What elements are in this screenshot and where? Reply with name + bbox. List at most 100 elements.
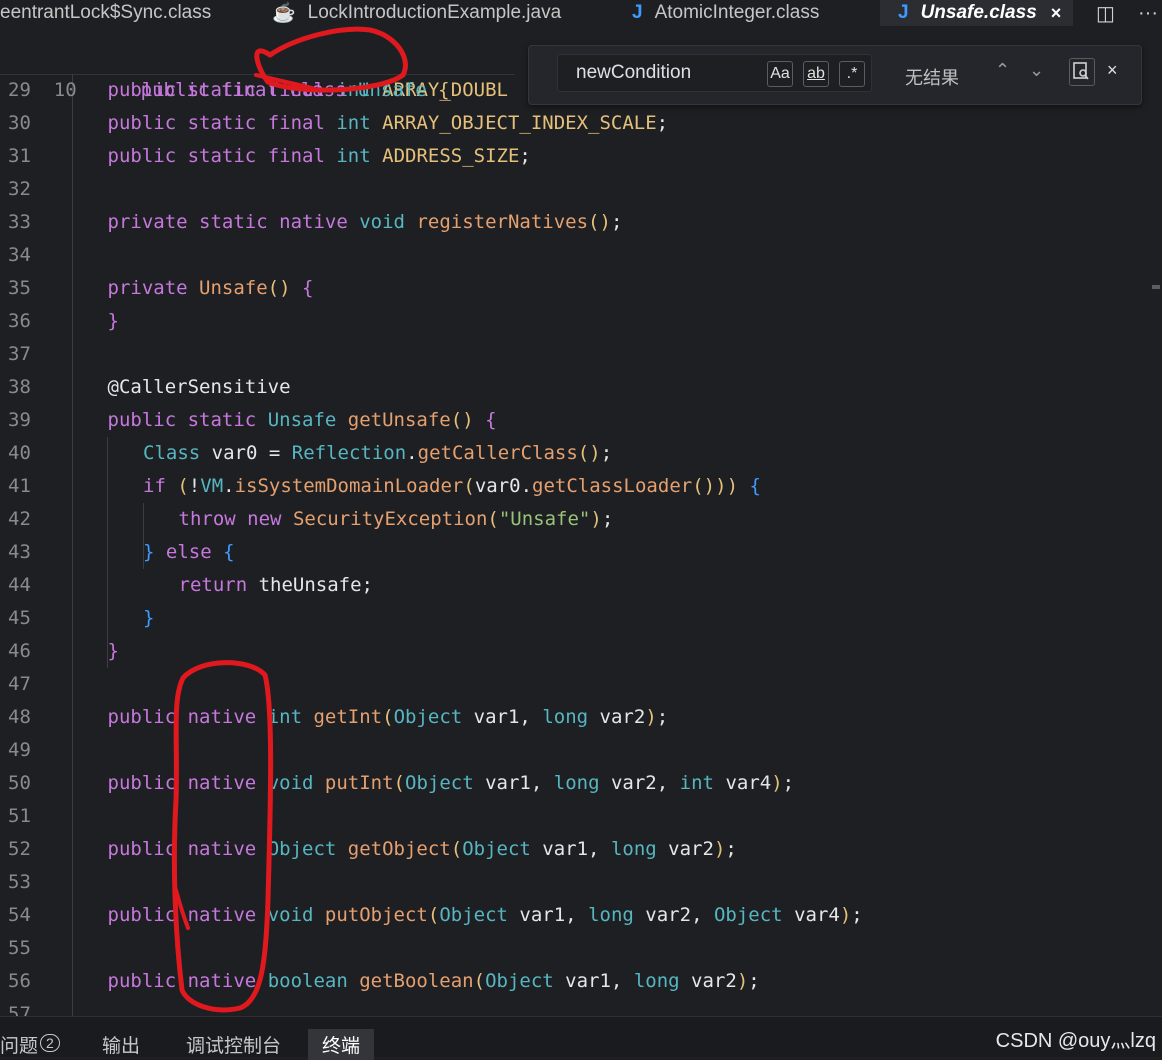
line-number: 49 [8, 739, 31, 761]
find-input-value: newCondition [576, 62, 692, 83]
line-number: 37 [8, 343, 31, 365]
next-match-button[interactable]: ⌄ [1029, 60, 1044, 81]
code-line[interactable]: 39 public static Unsafe getUnsafe() { [0, 404, 497, 437]
line-number: 35 [8, 277, 31, 299]
line-code: private Unsafe() { [107, 277, 314, 299]
code-line[interactable]: 46} [0, 635, 119, 668]
line-code: } else { [143, 541, 235, 563]
line-number: 56 [8, 970, 31, 992]
tab-label: eentrantLock$Sync.class [0, 2, 212, 23]
java-file-icon: ☕ [272, 3, 296, 24]
class-file-icon: J [632, 2, 643, 23]
tab-output[interactable]: 输出 [102, 1031, 140, 1058]
sticky-code: public final class Unsafe { [140, 79, 450, 101]
line-number: 44 [8, 574, 31, 596]
line-number: 47 [8, 673, 31, 695]
match-whole-word-toggle[interactable]: ab [803, 61, 829, 87]
line-number: 36 [8, 310, 31, 332]
line-code: private static native void registerNativ… [107, 211, 623, 233]
code-line[interactable]: 51 [0, 800, 58, 833]
close-find-button[interactable]: × [1107, 60, 1118, 81]
code-line[interactable]: 50 public native void putInt(Object var1,… [0, 767, 794, 800]
tab-unsafe[interactable]: J Unsafe.class × [880, 0, 1074, 26]
problems-count-badge: 2 [40, 1034, 60, 1052]
code-line[interactable]: 35 private Unsafe() { [0, 272, 313, 305]
scrollbar-marker [1152, 285, 1160, 289]
tab-lockintroductionexample[interactable]: ☕ LockIntroductionExample.java [272, 0, 561, 26]
code-line[interactable]: 55 [0, 932, 58, 965]
line-code: if (!VM.isSystemDomainLoader(var0.getCla… [143, 475, 761, 497]
tab-terminal[interactable]: 终端 [308, 1029, 375, 1060]
line-code: Class var0 = Reflection.getCallerClass()… [143, 442, 613, 464]
code-line[interactable]: 36} [0, 305, 119, 338]
line-code: } [107, 310, 119, 332]
line-code: public static final int ADDRESS_SIZE; [107, 145, 531, 167]
tab-label: Unsafe.class [920, 2, 1037, 23]
line-code: } [107, 640, 119, 662]
code-line[interactable]: 38 @CallerSensitive [0, 371, 291, 404]
code-line[interactable]: 53 [0, 866, 58, 899]
line-number: 34 [8, 244, 31, 266]
code-line[interactable]: 47 [0, 668, 58, 701]
split-editor-icon[interactable]: ◫ [1096, 0, 1115, 26]
sticky-scroll-header[interactable]: 10 public final class Unsafe { [0, 41, 515, 101]
line-number: 53 [8, 871, 31, 893]
line-number: 39 [8, 409, 31, 431]
line-number: 33 [8, 211, 31, 233]
find-result-status: 无结果 [905, 68, 959, 88]
tab-atomicinteger[interactable]: J AtomicInteger.class [632, 0, 819, 26]
code-line[interactable]: 54 public native void putObject(Object va… [0, 899, 863, 932]
line-code: } [143, 607, 155, 629]
line-code: public static Unsafe getUnsafe() { [107, 409, 497, 431]
code-line[interactable]: 34 [0, 239, 58, 272]
find-widget: newCondition Aa ab .* 无结果 ⌃ ⌄ × [528, 45, 1142, 105]
line-number: 50 [8, 772, 31, 794]
tab-reentrantlock-sync[interactable]: eentrantLock$Sync.class [0, 0, 211, 26]
previous-match-button[interactable]: ⌃ [995, 60, 1010, 81]
line-number: 40 [8, 442, 31, 464]
close-icon[interactable]: × [1051, 3, 1062, 24]
line-code: throw new SecurityException("Unsafe"); [178, 508, 614, 530]
line-code: public native void putObject(Object var1… [107, 904, 863, 926]
code-line[interactable]: 41 if (!VM.isSystemDomainLoader(var0.getC… [0, 470, 761, 503]
code-line[interactable]: 49 [0, 734, 58, 767]
code-line[interactable]: 33 private static native void registerNat… [0, 206, 622, 239]
line-code: public native Object getObject(Object va… [107, 838, 737, 860]
code-editor[interactable]: 29 public static final int ARRAY_DOUBL 30 p… [0, 41, 1162, 1025]
line-number: 41 [8, 475, 31, 497]
code-line[interactable]: 42 throw new SecurityException("Unsafe"); [0, 503, 613, 536]
line-number: 38 [8, 376, 31, 398]
tab-debug-console[interactable]: 调试控制台 [186, 1031, 281, 1058]
match-case-toggle[interactable]: Aa [767, 61, 793, 87]
code-line[interactable]: 40 Class var0 = Reflection.getCallerClass… [0, 437, 612, 470]
code-line[interactable]: 52 public native Object getObject(Object … [0, 833, 737, 866]
line-code: public native void putInt(Object var1, l… [107, 772, 795, 794]
line-number: 46 [8, 640, 31, 662]
line-number: 52 [8, 838, 31, 860]
tab-label: LockIntroductionExample.java [307, 2, 562, 23]
code-line[interactable]: 44 return theUnsafe; [0, 569, 373, 602]
line-number: 42 [8, 508, 31, 530]
indent-guide [72, 74, 73, 1016]
code-line[interactable]: 48 public native int getInt(Object var1, … [0, 701, 668, 734]
code-line[interactable]: 43} else { [0, 536, 235, 569]
line-number: 45 [8, 607, 31, 629]
more-actions-icon[interactable]: ··· [1138, 0, 1158, 26]
watermark: CSDN @ouy灬lzq [995, 1030, 1156, 1052]
bottom-panel-tabs: 问题 2 输出 调试控制台 终端 [0, 1016, 1162, 1060]
class-file-icon: J [898, 2, 909, 23]
line-number: 48 [8, 706, 31, 728]
line-number: 51 [8, 805, 31, 827]
find-in-selection-icon[interactable] [1069, 58, 1095, 86]
editor-tab-bar: eentrantLock$Sync.class ☕ LockIntroducti… [0, 0, 1162, 26]
line-code: public native int getInt(Object var1, lo… [107, 706, 669, 728]
line-number: 55 [8, 937, 31, 959]
tab-problems[interactable]: 问题 [0, 1031, 38, 1058]
code-line[interactable]: 45} [0, 602, 154, 635]
code-line[interactable]: 56 public native boolean getBoolean(Objec… [0, 965, 760, 998]
indent-guide [107, 437, 108, 668]
code-line[interactable]: 37 [0, 338, 58, 371]
code-line[interactable]: 32 [0, 173, 58, 206]
line-number: 54 [8, 904, 31, 926]
use-regex-toggle[interactable]: .* [839, 61, 865, 87]
